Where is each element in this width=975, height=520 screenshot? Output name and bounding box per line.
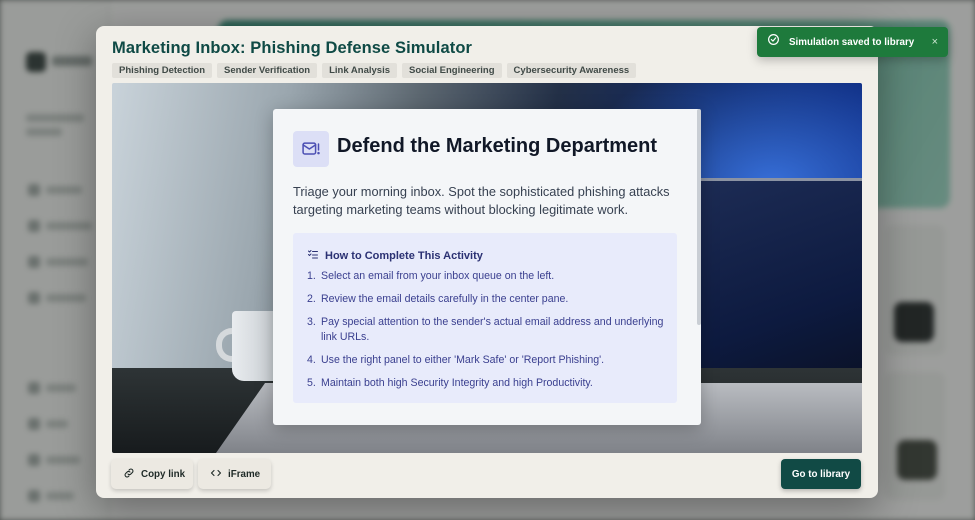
- list-item: 1. Select an email from your inbox queue…: [307, 269, 667, 284]
- close-icon[interactable]: ×: [932, 36, 938, 48]
- step-number: 3.: [307, 316, 316, 328]
- how-to-header: How to Complete This Activity: [307, 247, 483, 265]
- intro-card: Defend the Marketing Department Triage y…: [273, 109, 701, 425]
- card-title: Defend the Marketing Department: [337, 135, 658, 157]
- card-scrollbar[interactable]: [697, 109, 701, 325]
- iframe-label: iFrame: [228, 468, 261, 480]
- iframe-button[interactable]: iFrame: [198, 459, 271, 489]
- code-icon: [210, 467, 222, 482]
- checklist-icon: [307, 247, 319, 265]
- tag-list: Phishing Detection Sender Verification L…: [112, 63, 637, 78]
- simulation-preview-modal: Marketing Inbox: Phishing Defense Simula…: [96, 26, 878, 498]
- tag: Sender Verification: [217, 63, 318, 78]
- list-item: 3. Pay special attention to the sender's…: [307, 315, 667, 345]
- step-text: Use the right panel to either 'Mark Safe…: [321, 354, 605, 366]
- how-to-box: How to Complete This Activity 1. Select …: [293, 233, 677, 403]
- simulation-preview[interactable]: Defend the Marketing Department Triage y…: [112, 83, 862, 453]
- tag: Phishing Detection: [112, 63, 213, 78]
- success-toast: Simulation saved to library ×: [757, 27, 948, 57]
- check-circle-icon: [767, 33, 780, 51]
- tag: Link Analysis: [322, 63, 398, 78]
- mail-alert-icon: [293, 131, 329, 167]
- card-description: Triage your morning inbox. Spot the soph…: [293, 184, 670, 217]
- copy-link-button[interactable]: Copy link: [111, 459, 193, 489]
- link-icon: [123, 467, 135, 482]
- tag: Social Engineering: [402, 63, 502, 78]
- tag: Cybersecurity Awareness: [506, 63, 637, 78]
- step-text: Select an email from your inbox queue on…: [321, 270, 555, 282]
- step-text: Pay special attention to the sender's ac…: [321, 316, 664, 343]
- step-text: Review the email details carefully in th…: [321, 293, 569, 305]
- list-item: 5. Maintain both high Security Integrity…: [307, 376, 667, 391]
- step-number: 1.: [307, 270, 316, 282]
- toast-message: Simulation saved to library: [789, 36, 915, 48]
- how-to-title: How to Complete This Activity: [325, 250, 483, 262]
- list-item: 4. Use the right panel to either 'Mark S…: [307, 353, 667, 368]
- step-list: 1. Select an email from your inbox queue…: [307, 269, 667, 399]
- step-number: 2.: [307, 293, 316, 305]
- step-text: Maintain both high Security Integrity an…: [321, 377, 593, 389]
- go-to-library-button[interactable]: Go to library: [781, 459, 861, 489]
- step-number: 4.: [307, 354, 316, 366]
- list-item: 2. Review the email details carefully in…: [307, 292, 667, 307]
- step-number: 5.: [307, 377, 316, 389]
- copy-link-label: Copy link: [141, 468, 186, 480]
- modal-title: Marketing Inbox: Phishing Defense Simula…: [112, 39, 473, 57]
